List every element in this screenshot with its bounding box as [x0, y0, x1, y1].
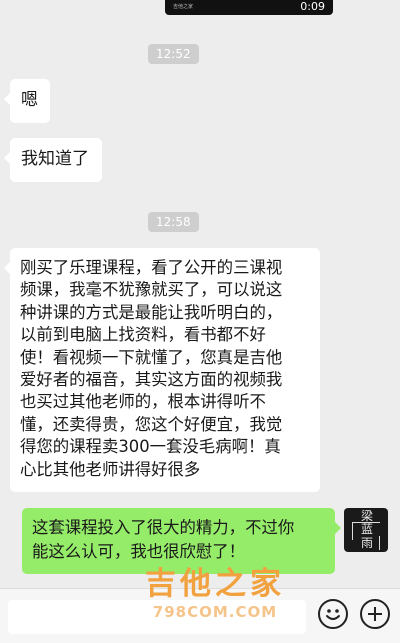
message-line: 这套课程投入了很大的精力，不过你 [32, 518, 295, 537]
received-message: 我知道了 [4, 138, 102, 182]
emoji-icon [326, 609, 340, 620]
video-message[interactable]: 吉他之家 0:09 [165, 0, 333, 15]
message-line: 以前到电脑上找资料，看书都不好 [20, 325, 266, 345]
emoji-button[interactable] [318, 599, 348, 629]
timestamp: 12:58 [148, 212, 199, 232]
plus-icon [368, 607, 382, 621]
message-line: 爱好者的福音，其实这方面的视频我 [20, 370, 283, 390]
message-line: 能这么认可，我也很欣慰了！ [32, 542, 246, 561]
message-line: 心比其他老师讲得好很多 [20, 459, 201, 479]
watermark-url: 798COM.COM [152, 603, 278, 621]
watermark-title: 吉他之家 [145, 566, 285, 602]
message-line: 刚买了乐理课程，看了公开的三课视 [20, 258, 283, 277]
video-duration: 0:09 [300, 0, 325, 13]
avatar[interactable]: 梁 蓝 雨 [344, 508, 388, 552]
avatar-char: 梁 [361, 509, 374, 523]
message-line: 得您的课程卖300一套没毛病啊！真 [20, 437, 281, 457]
message-line: 种讲课的方式是最能让我听明白的， [20, 302, 283, 322]
video-source-label: 吉他之家 [173, 4, 194, 10]
received-message: 嗯 [4, 79, 50, 123]
message-line: 也买过其他老师的，根本讲得听不 [20, 392, 266, 412]
message-text: 嗯 [21, 90, 38, 110]
received-message-long: 刚买了乐理课程，看了公开的三课视 频课，我毫不犹豫就买了，可以说这 种讲课的方式… [4, 248, 320, 492]
avatar-char: 雨 [361, 536, 374, 550]
timestamp: 12:52 [148, 44, 199, 64]
message-line: 频课，我毫不犹豫就买了，可以说这 [20, 280, 283, 300]
avatar-divider [352, 522, 380, 523]
message-line: 使！看视频一下就懂了，您真是吉他 [20, 347, 283, 367]
avatar-divider [352, 522, 353, 540]
message-line: 懂，还卖得贵，您这个好便宜，我觉 [20, 414, 283, 434]
sent-message: 这套课程投入了很大的精力，不过你 能这么认可，我也很欣慰了！ [22, 508, 341, 574]
plus-button[interactable] [360, 599, 390, 629]
message-text: 我知道了 [21, 149, 89, 169]
avatar-char: 蓝 [361, 522, 374, 536]
avatar-divider [379, 536, 380, 550]
watermark: 吉他之家 798COM.COM [130, 567, 300, 621]
